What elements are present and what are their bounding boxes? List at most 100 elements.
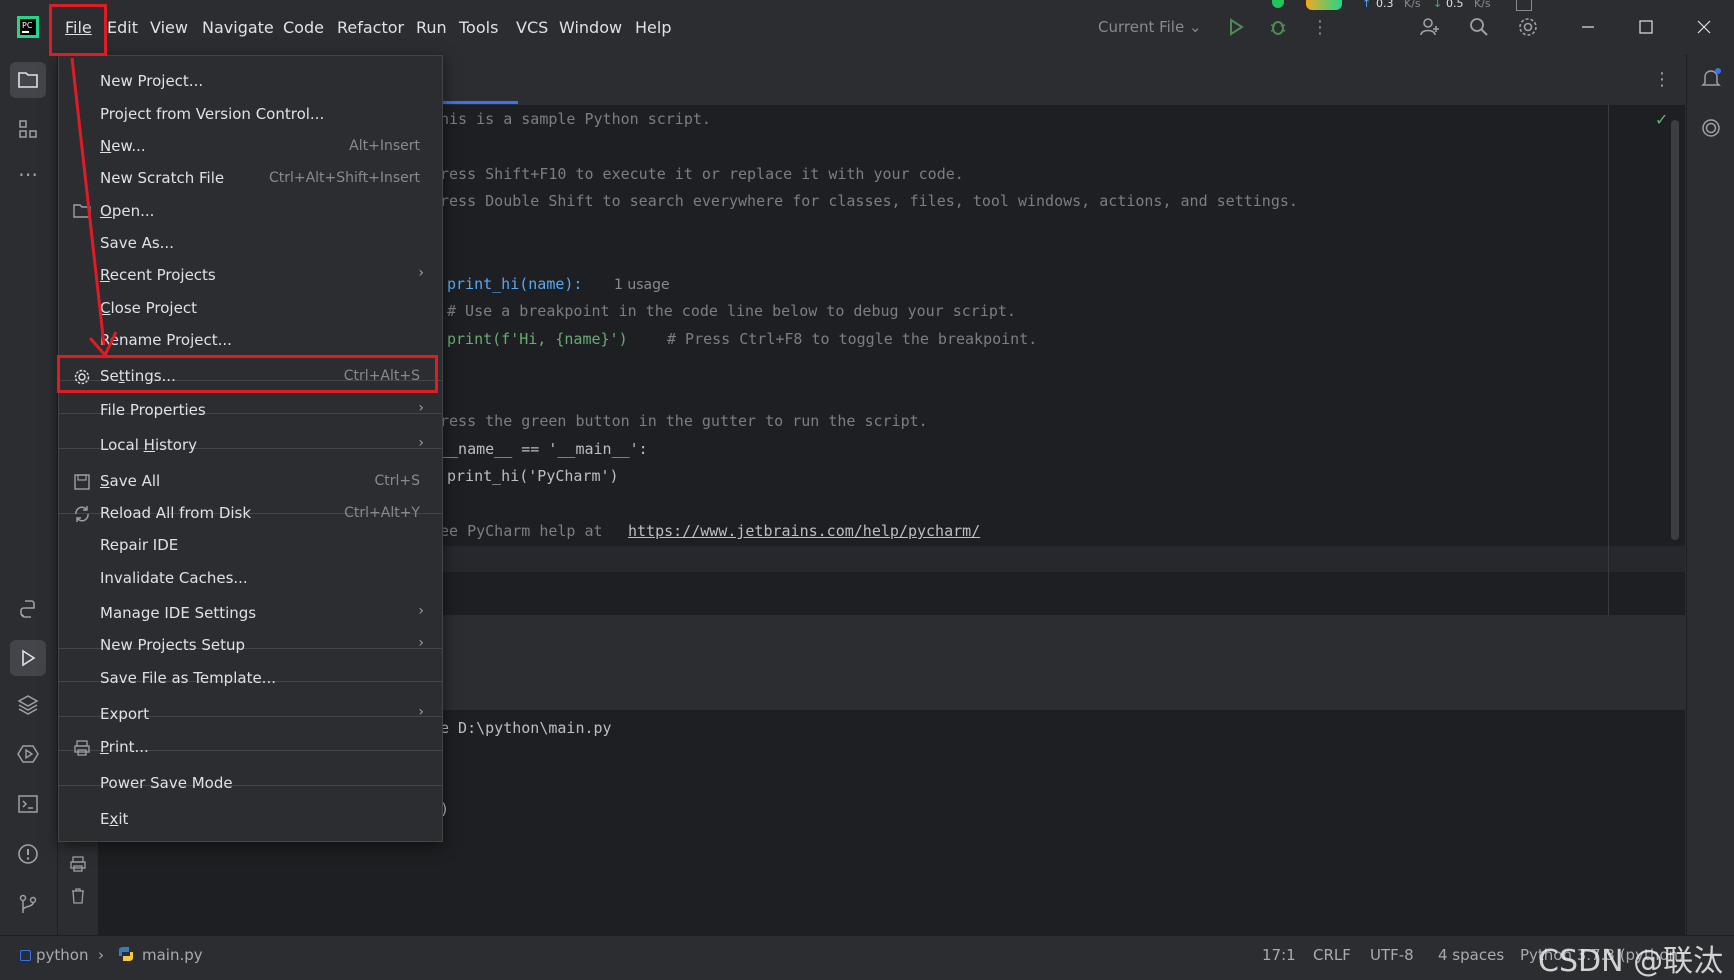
file-encoding[interactable]: UTF-8 <box>1370 946 1414 964</box>
structure-icon[interactable] <box>14 115 42 143</box>
status-bar: python › main.py 17:1 CRLF UTF-8 4 space… <box>0 935 1734 979</box>
usage-hint[interactable]: 1 usage <box>614 277 670 293</box>
git-branch-icon[interactable] <box>14 890 42 918</box>
save-disk-icon <box>73 473 91 491</box>
menu-item-shortcut: Alt+Insert <box>349 138 420 154</box>
menu-refactor[interactable]: Refactor <box>337 18 404 37</box>
menu-item-repair-ide[interactable]: Repair IDE <box>59 530 442 560</box>
layers-icon[interactable] <box>14 690 42 718</box>
menu-item-save-file-as-template[interactable]: Save File as Template... <box>59 663 442 693</box>
python-console-icon[interactable] <box>14 595 42 623</box>
code-line-print: print(f'Hi, {name}') <box>447 330 628 348</box>
menu-item-manage-ide-settings[interactable]: Manage IDE Settings › <box>59 598 442 628</box>
gear-icon[interactable] <box>1514 13 1542 41</box>
code-line-gutter-comment: ress the green button in the gutter to r… <box>440 412 928 430</box>
code-line-call: print_hi('PyCharm') <box>447 467 619 485</box>
menu-vcs[interactable]: VCS <box>516 18 548 37</box>
chevron-right-icon: › <box>418 265 424 281</box>
menu-item-label: Save All <box>100 472 161 490</box>
trash-icon[interactable] <box>64 882 92 910</box>
menu-item-local-history[interactable]: Local History › <box>59 430 442 460</box>
menu-item-export[interactable]: Export › <box>59 699 442 729</box>
line-separator[interactable]: CRLF <box>1313 946 1351 964</box>
chevron-right-icon: › <box>418 635 424 651</box>
active-tab-underline <box>440 101 518 104</box>
minimize-icon[interactable] <box>1574 13 1602 41</box>
code-line-help: ee PyCharm help at <box>440 522 603 540</box>
code-line-2: ress Shift+F10 to execute it or replace … <box>440 165 964 183</box>
file-menu-highlight <box>49 4 107 56</box>
menu-item-exit[interactable]: Exit <box>59 804 442 834</box>
menu-help[interactable]: Help <box>635 18 671 37</box>
menu-item-label: Manage IDE Settings <box>100 604 257 622</box>
caret-position[interactable]: 17:1 <box>1262 946 1296 964</box>
code-line-def: print_hi(name): <box>447 275 583 293</box>
problems-icon[interactable] <box>14 840 42 868</box>
menu-item-label: New Projects Setup <box>100 636 246 654</box>
annotation-arrow <box>70 57 118 358</box>
maximize-icon[interactable] <box>1632 13 1660 41</box>
ai-assistant-icon[interactable] <box>1697 114 1725 142</box>
menu-item-power-save-mode[interactable]: Power Save Mode <box>59 768 442 798</box>
menu-view[interactable]: View <box>150 18 188 37</box>
code-line-print-comment: # Press Ctrl+F8 to toggle the breakpoint… <box>667 330 1038 348</box>
menu-window[interactable]: Window <box>559 18 622 37</box>
print-icon[interactable] <box>64 850 92 878</box>
net-up-unit: K/s <box>1404 0 1421 10</box>
more-horizontal-icon[interactable]: ⋯ <box>14 160 42 188</box>
menu-item-label: Reload All from Disk <box>100 504 252 522</box>
menu-item-reload-all-from-disk[interactable]: Reload All from Disk Ctrl+Alt+Y <box>59 498 442 528</box>
menu-item-new-projects-setup[interactable]: New Projects Setup › <box>59 630 442 660</box>
menu-item-invalidate-caches[interactable]: Invalidate Caches... <box>59 563 442 593</box>
project-folder-icon[interactable] <box>10 62 46 98</box>
left-tool-sidebar: ⋯ <box>0 55 58 935</box>
debug-icon[interactable] <box>1264 13 1292 41</box>
svg-text:PC: PC <box>22 21 33 30</box>
menu-item-label: Project from Version Control... <box>100 105 325 123</box>
menu-navigate[interactable]: Navigate <box>202 18 274 37</box>
editor-more-icon[interactable]: ⋮ <box>1648 65 1676 93</box>
add-user-icon[interactable] <box>1416 13 1444 41</box>
code-line-main: __name__ == '__main__': <box>440 440 648 458</box>
menu-item-shortcut: Ctrl+S <box>374 473 420 489</box>
net-up-speed: 0.3 <box>1376 0 1394 10</box>
run-config-selector[interactable]: Current File ⌄ <box>1098 18 1202 36</box>
editor-scrollbar[interactable] <box>1671 120 1679 540</box>
services-icon[interactable] <box>14 740 42 768</box>
code-line-3: ress Double Shift to search everywhere f… <box>440 192 1298 210</box>
menu-item-save-all[interactable]: Save All Ctrl+S <box>59 466 442 496</box>
breadcrumb-file[interactable]: main.py <box>142 946 203 964</box>
net-down-arrow-icon: ↓ <box>1433 0 1443 10</box>
run-icon[interactable] <box>1222 13 1250 41</box>
menu-item-label: File Properties <box>100 401 206 419</box>
help-link[interactable]: https://www.jetbrains.com/help/pycharm/ <box>628 522 980 540</box>
code-line-comment: # Use a breakpoint in the code line belo… <box>447 302 1016 320</box>
chevron-right-icon: › <box>418 435 424 451</box>
right-tool-sidebar <box>1686 55 1734 935</box>
chevron-right-icon: › <box>418 603 424 619</box>
menu-edit[interactable]: Edit <box>107 18 138 37</box>
pycharm-logo-icon[interactable]: PC <box>14 13 42 41</box>
notifications-icon[interactable] <box>1697 64 1725 92</box>
terminal-icon[interactable] <box>14 790 42 818</box>
close-icon[interactable] <box>1690 13 1718 41</box>
run-tool-icon[interactable] <box>10 640 46 676</box>
menu-tools[interactable]: Tools <box>459 18 498 37</box>
menu-item-shortcut: Ctrl+Alt+Y <box>344 505 420 521</box>
more-vertical-icon[interactable]: ⋮ <box>1306 13 1334 41</box>
indent-setting[interactable]: 4 spaces <box>1438 946 1504 964</box>
menu-item-label: Save File as Template... <box>100 669 276 687</box>
menu-item-label: Exit <box>100 810 129 828</box>
breadcrumb-project[interactable]: python <box>36 946 88 964</box>
menu-code[interactable]: Code <box>283 18 324 37</box>
settings-item-highlight <box>57 355 438 393</box>
chevron-right-icon: › <box>418 400 424 416</box>
search-icon[interactable] <box>1465 13 1493 41</box>
menu-item-file-properties[interactable]: File Properties › <box>59 395 442 425</box>
net-down-speed: 0.5 <box>1446 0 1464 10</box>
menu-item-print[interactable]: Print... <box>59 732 442 762</box>
net-down-unit: K/s <box>1474 0 1491 10</box>
menu-item-label: Power Save Mode <box>100 774 233 792</box>
status-dot-icon <box>1272 0 1284 8</box>
menu-run[interactable]: Run <box>416 18 447 37</box>
